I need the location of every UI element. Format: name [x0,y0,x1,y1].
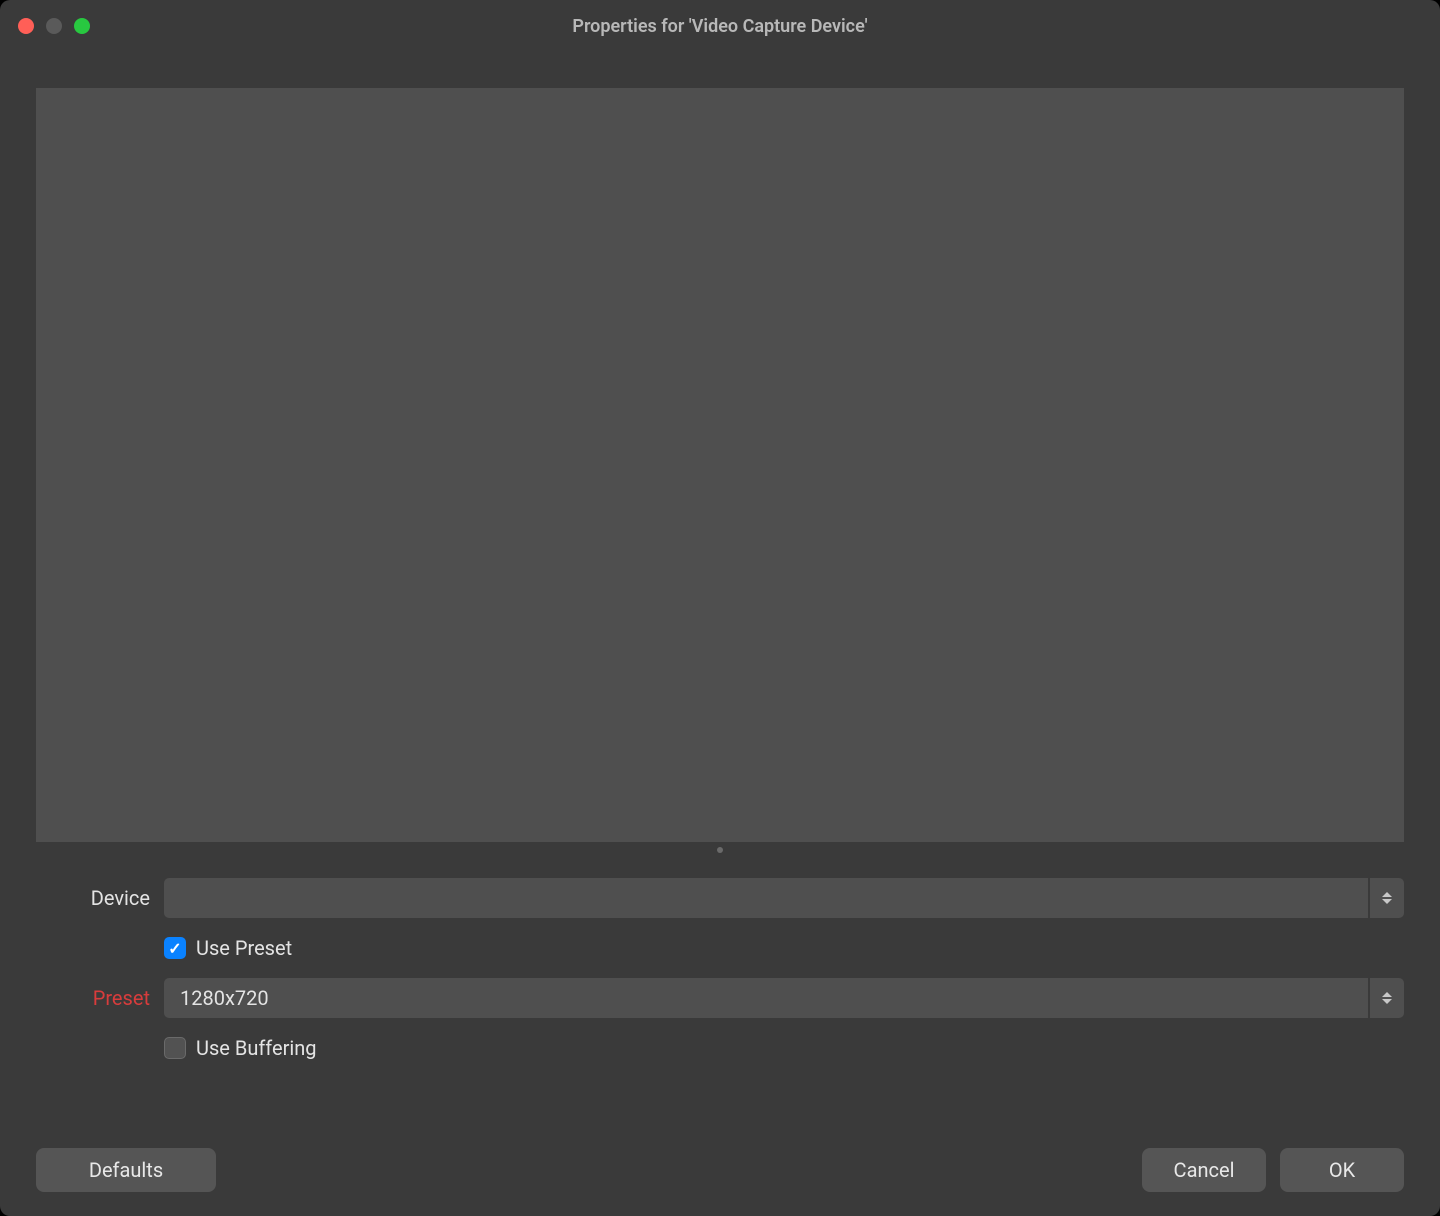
splitter-grip-icon [717,847,723,853]
properties-dialog: Properties for 'Video Capture Device' De… [0,0,1440,1216]
device-row: Device [36,878,1404,918]
cancel-button[interactable]: Cancel [1142,1148,1266,1192]
close-window-button[interactable] [18,18,34,34]
defaults-button[interactable]: Defaults [36,1148,216,1192]
device-select-value [164,878,1368,918]
use-buffering-checkbox[interactable] [164,1037,186,1059]
use-preset-checkbox-wrap[interactable]: ✓ Use Preset [164,936,292,960]
checkmark-icon: ✓ [168,939,181,958]
splitter-handle[interactable] [36,842,1404,858]
use-buffering-checkbox-wrap[interactable]: Use Buffering [164,1036,317,1060]
preset-row: Preset 1280x720 [36,978,1404,1018]
chevron-up-icon [1382,892,1392,897]
ok-button[interactable]: OK [1280,1148,1404,1192]
preset-select-value: 1280x720 [164,978,1368,1018]
device-select[interactable] [164,878,1404,918]
dialog-footer: Defaults Cancel OK [36,1148,1404,1192]
use-buffering-row: Use Buffering [36,1028,1404,1068]
content-area: Device ✓ [0,52,1440,1216]
device-select-stepper[interactable] [1370,878,1404,918]
use-preset-label: Use Preset [196,936,292,960]
window-title: Properties for 'Video Capture Device' [572,16,867,37]
video-preview [36,88,1404,842]
preset-select[interactable]: 1280x720 [164,978,1404,1018]
use-preset-row: ✓ Use Preset [36,928,1404,968]
window-controls [18,18,90,34]
chevron-down-icon [1382,999,1392,1004]
chevron-down-icon [1382,899,1392,904]
titlebar: Properties for 'Video Capture Device' [0,0,1440,52]
zoom-window-button[interactable] [74,18,90,34]
use-buffering-label: Use Buffering [196,1036,317,1060]
chevron-up-icon [1382,992,1392,997]
form-area: Device ✓ [36,878,1404,1148]
use-preset-checkbox[interactable]: ✓ [164,937,186,959]
preset-select-stepper[interactable] [1370,978,1404,1018]
minimize-window-button[interactable] [46,18,62,34]
preset-label: Preset [36,986,164,1010]
device-label: Device [36,886,164,910]
